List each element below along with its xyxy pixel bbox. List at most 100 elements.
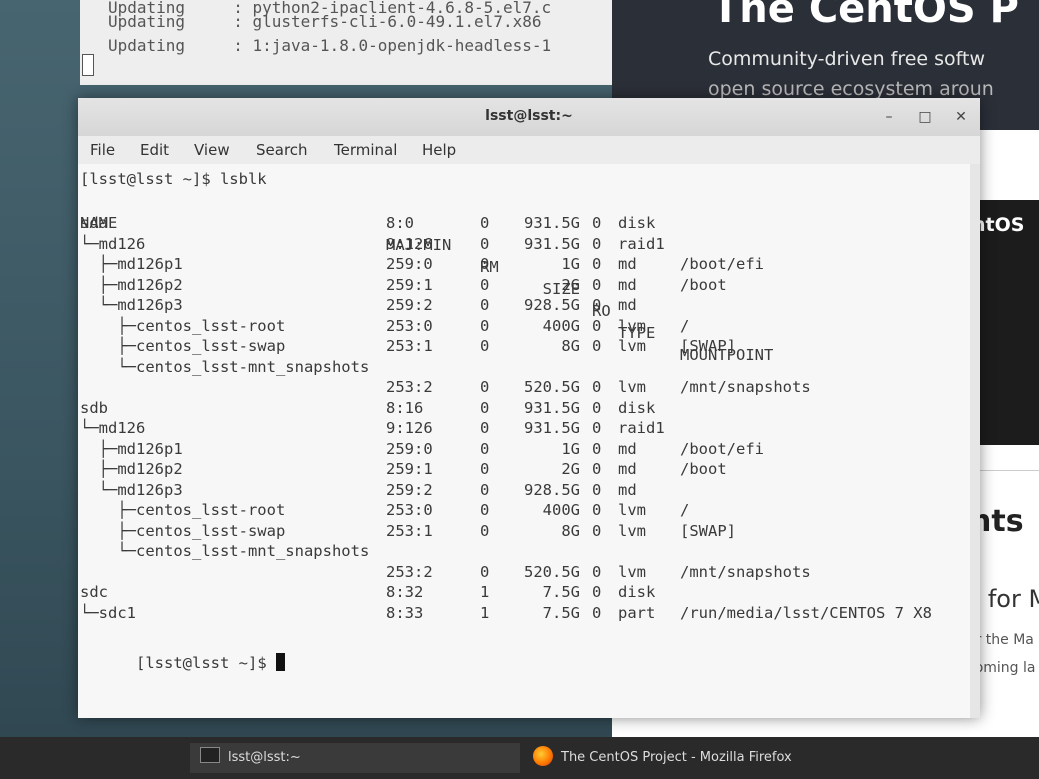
menu-bar: File Edit View Search Terminal Help bbox=[78, 136, 980, 164]
cell-maj-min: 253:0 bbox=[386, 501, 433, 519]
cell-mountpoint: [SWAP] bbox=[680, 337, 736, 355]
menu-terminal[interactable]: Terminal bbox=[334, 141, 397, 159]
device-row: sdc 8:32 1 7.5G 0 disk bbox=[80, 581, 960, 603]
cell-size: 520.5G bbox=[524, 562, 580, 581]
cell-type: lvm bbox=[618, 562, 646, 581]
terminal-output[interactable]: [lsst@lsst ~]$ lsblk NAME MAJ:MIN RM SIZ… bbox=[78, 164, 980, 718]
cell-size: 400G bbox=[542, 501, 580, 519]
cell-ro: 0 bbox=[592, 521, 602, 540]
cell-maj-min: 8:32 bbox=[386, 583, 424, 601]
cell-name: └─sdc1 bbox=[80, 603, 136, 622]
cell-maj-min: 259:1 bbox=[386, 275, 433, 294]
minimize-button[interactable]: – bbox=[878, 106, 900, 128]
taskbar-item-firefox[interactable]: The CentOS Project - Mozilla Firefox bbox=[525, 743, 873, 773]
cell-rm: 1 bbox=[480, 583, 490, 601]
cell-maj-min: 259:2 bbox=[386, 296, 433, 314]
cell-maj-min: 8:0 bbox=[386, 214, 414, 232]
cell-maj-min: 8:33 bbox=[386, 603, 424, 622]
terminal-icon bbox=[200, 747, 220, 763]
cell-size: 931.5G bbox=[524, 234, 580, 253]
cell-size: 7.5G bbox=[542, 583, 580, 601]
bg-terminal-line: Updating : glusterfs-cli-6.0-49.1.el7.x8… bbox=[108, 12, 542, 31]
device-row: ├─centos_lsst-root 253:0 0 400G 0 lvm / bbox=[80, 315, 960, 337]
device-row: └─centos_lsst-mnt_snapshots bbox=[80, 540, 960, 562]
title-bar[interactable]: lsst@lsst:~ – □ ✕ bbox=[78, 98, 980, 137]
prompt-line[interactable]: [lsst@lsst ~]$ bbox=[80, 630, 285, 672]
cell-ro: 0 bbox=[592, 603, 602, 622]
cell-type: raid1 bbox=[618, 234, 665, 253]
menu-view[interactable]: View bbox=[194, 141, 230, 159]
cell-name: sda bbox=[80, 214, 108, 232]
cell-size: 928.5G bbox=[524, 296, 580, 314]
cell-type: part bbox=[618, 603, 656, 622]
cell-rm: 0 bbox=[480, 480, 490, 499]
cell-mountpoint: [SWAP] bbox=[680, 521, 736, 540]
header-row: NAME MAJ:MIN RM SIZE RO TYPE MOUNTPOINT bbox=[80, 190, 960, 364]
cell-type: lvm bbox=[618, 316, 646, 335]
menu-file[interactable]: File bbox=[90, 141, 115, 159]
scrollbar[interactable] bbox=[970, 164, 980, 718]
cell-maj-min: 253:2 bbox=[386, 378, 433, 396]
text-cursor bbox=[275, 653, 285, 671]
cell-type: disk bbox=[618, 214, 656, 232]
cell-mountpoint: /run/media/lsst/CENTOS 7 X8 bbox=[680, 603, 932, 622]
cell-rm: 0 bbox=[480, 398, 490, 417]
device-row: sda 8:0 0 931.5G 0 disk bbox=[80, 212, 960, 234]
device-row: ├─md126p1 259:0 0 1G 0 md/boot/efi bbox=[80, 438, 960, 460]
cell-maj-min: 259:0 bbox=[386, 255, 433, 273]
cell-type: raid1 bbox=[618, 419, 665, 437]
cell-maj-min: 9:126 bbox=[386, 234, 433, 253]
device-row: └─centos_lsst-mnt_snapshots bbox=[80, 356, 960, 378]
cell-maj-min: 259:0 bbox=[386, 439, 433, 458]
taskbar-item-terminal[interactable]: lsst@lsst:~ bbox=[190, 743, 520, 773]
cell-type: lvm bbox=[618, 501, 646, 519]
cell-rm: 0 bbox=[480, 378, 490, 396]
cell-name: ├─centos_lsst-root bbox=[80, 501, 286, 519]
cell-maj-min: 8:16 bbox=[386, 398, 424, 417]
cell-size: 1G bbox=[561, 255, 580, 273]
close-button[interactable]: ✕ bbox=[950, 106, 972, 128]
cell-rm: 0 bbox=[480, 521, 490, 540]
prompt-text: [lsst@lsst ~]$ bbox=[136, 654, 276, 672]
menu-search[interactable]: Search bbox=[256, 141, 308, 159]
cell-type: md bbox=[618, 460, 637, 478]
cell-rm: 0 bbox=[480, 562, 490, 581]
cell-mountpoint: /boot/efi bbox=[680, 255, 764, 273]
cell-rm: 0 bbox=[480, 275, 490, 294]
cell-name: └─md126p3 bbox=[80, 480, 183, 499]
cell-maj-min: 253:2 bbox=[386, 562, 433, 581]
cell-name: └─md126 bbox=[80, 234, 146, 253]
cell-maj-min: 259:1 bbox=[386, 460, 433, 478]
cell-rm: 0 bbox=[480, 316, 490, 335]
cell-rm: 0 bbox=[480, 296, 490, 314]
cell-rm: 0 bbox=[480, 419, 490, 437]
cell-maj-min: 253:1 bbox=[386, 337, 433, 355]
maximize-button[interactable]: □ bbox=[914, 106, 936, 128]
cell-maj-min: 253:1 bbox=[386, 521, 433, 540]
cell-ro: 0 bbox=[592, 255, 602, 273]
cell-ro: 0 bbox=[592, 296, 602, 314]
dark-card[interactable]: ntOS bbox=[970, 200, 1039, 445]
terminal-window[interactable]: lsst@lsst:~ – □ ✕ File Edit View Search … bbox=[78, 98, 980, 718]
cell-ro: 0 bbox=[592, 275, 602, 294]
bg-terminal-line: Updating : 1:java-1.8.0-openjdk-headless… bbox=[108, 36, 552, 55]
cell-type: lvm bbox=[618, 378, 646, 396]
cell-ro: 0 bbox=[592, 214, 602, 232]
hero-title: The CentOS P bbox=[712, 0, 1019, 32]
cell-rm: 0 bbox=[480, 255, 490, 273]
background-terminal[interactable]: Updating : python2-ipaclient-4.6.8-5.el7… bbox=[80, 0, 620, 85]
menu-help[interactable]: Help bbox=[422, 141, 456, 159]
cell-name: └─md126p3 bbox=[80, 296, 183, 314]
cell-size: 2G bbox=[561, 275, 580, 294]
command-line: [lsst@lsst ~]$ lsblk bbox=[80, 170, 267, 188]
device-row: ├─md126p2 259:1 0 2G 0 md/boot bbox=[80, 274, 960, 296]
device-row: 253:2 0 520.5G 0 lvm/mnt/snapshots bbox=[80, 561, 960, 583]
cell-ro: 0 bbox=[592, 583, 602, 601]
cell-mountpoint: /boot bbox=[680, 460, 727, 478]
cell-name: sdb bbox=[80, 398, 108, 417]
cell-name: └─centos_lsst-mnt_snapshots bbox=[80, 542, 370, 560]
cell-mountpoint: / bbox=[680, 501, 690, 519]
menu-edit[interactable]: Edit bbox=[140, 141, 169, 159]
cell-size: 931.5G bbox=[524, 419, 580, 437]
cell-type: disk bbox=[618, 398, 656, 417]
